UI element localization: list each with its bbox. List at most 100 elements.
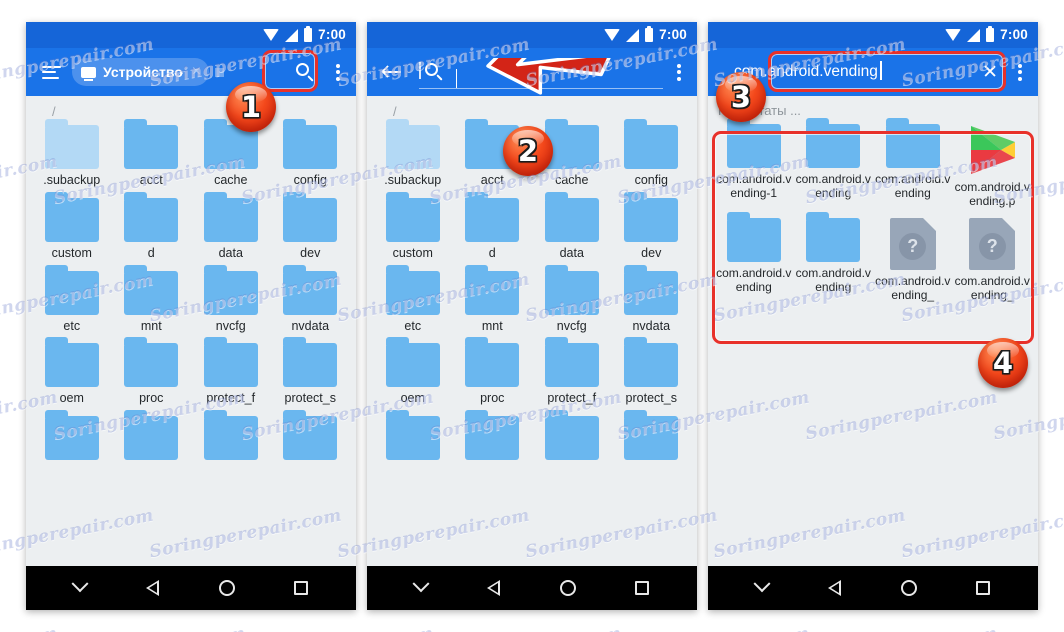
status-time: 7:00 [318,27,346,43]
folder-icon [283,264,338,315]
file-grid-item[interactable] [373,410,453,464]
file-grid-item[interactable]: com.android.vending [873,118,953,208]
file-grid-item[interactable]: nvcfg [191,264,271,334]
file-grid-item[interactable] [271,410,351,464]
file-grid-item[interactable]: mnt [453,264,533,334]
search-button[interactable] [288,55,322,89]
file-grid-item[interactable]: d [112,191,192,261]
folder-icon [544,264,599,315]
tab-placeholder[interactable] [215,67,225,77]
clear-x-icon[interactable]: ✕ [972,63,998,82]
file-grid-item[interactable]: protect_f [532,337,612,406]
overflow-menu-icon [677,61,681,83]
android-nav-bar-1 [26,566,356,610]
search-input-filled[interactable]: com.android.vending ✕ [722,55,1006,89]
file-grid-item-label: oem [400,391,425,406]
device-chip[interactable]: Устройство × [72,58,210,86]
folder-icon [806,212,861,263]
file-grid-panel-1[interactable]: .subackup acct cache config custom d data dev et… [26,119,356,464]
file-grid-item[interactable]: .subackup [32,119,112,188]
overflow-menu-button[interactable] [669,55,689,89]
folder-icon [124,337,179,388]
close-icon[interactable]: × [190,64,203,80]
file-grid-item[interactable]: nvdata [271,264,351,334]
file-grid-item[interactable] [191,410,271,464]
file-grid-item[interactable]: etc [32,264,112,334]
file-grid-item[interactable]: proc [453,337,533,406]
file-grid-item-label: data [559,245,584,260]
overflow-menu-button[interactable] [328,55,348,89]
device-chip-label: Устройство [103,64,183,80]
file-grid-item[interactable]: data [532,191,612,261]
file-grid-item[interactable]: config [612,119,692,188]
file-grid-item[interactable]: oem [32,337,112,406]
chevron-down-icon[interactable] [753,575,771,593]
home-circle-icon[interactable] [218,580,235,596]
file-grid-item[interactable]: etc [373,264,453,334]
file-grid-item[interactable]: com.android.vending.p [953,124,1033,208]
search-input[interactable] [419,55,663,89]
file-grid-item[interactable] [32,410,112,464]
file-grid-item[interactable]: custom [32,191,112,261]
folder-icon [806,118,861,168]
file-grid-item[interactable]: com.android.vending [714,212,794,302]
recents-square-icon[interactable] [635,581,650,595]
back-triangle-icon[interactable] [827,579,842,597]
file-grid-item[interactable] [532,410,612,464]
file-grid-item[interactable]: data [191,191,271,261]
file-grid-item[interactable]: protect_f [191,337,271,406]
file-grid-item[interactable]: com.android.vending-1 [714,118,794,208]
file-grid-item[interactable]: oem [373,337,453,406]
file-grid-item[interactable]: com.android.vending [794,118,874,208]
back-button[interactable] [375,55,409,89]
file-grid-item[interactable]: com.android.vending [794,212,874,302]
back-triangle-icon[interactable] [486,579,501,597]
file-grid-item[interactable]: nvdata [612,264,692,334]
overflow-menu-button[interactable] [1010,55,1030,89]
file-grid-item[interactable]: protect_s [271,337,351,406]
file-grid-item[interactable]: ? com.android.vending_ [953,218,1033,302]
folder-icon [44,410,99,460]
file-grid-item[interactable] [612,410,692,464]
folder-icon [544,337,599,388]
file-grid-item-label: com.android.vending_ [875,274,951,303]
file-grid-item[interactable]: dev [612,191,692,261]
recents-square-icon[interactable] [294,581,309,595]
chevron-down-icon[interactable] [412,575,430,593]
file-grid-item[interactable] [453,410,533,464]
search-results-grid[interactable]: com.android.vending-1 com.android.vending… [708,118,1038,303]
file-grid-item[interactable]: acct [112,119,192,188]
file-grid-item[interactable]: protect_s [612,337,692,406]
file-grid-item[interactable]: config [271,119,351,188]
file-grid-item[interactable]: proc [112,337,192,406]
breadcrumb: / [393,104,397,119]
file-grid-item-label: data [218,245,243,260]
file-grid-item-label: com.android.vending-1 [716,172,792,201]
chevron-down-icon[interactable] [71,575,89,593]
watermark-text: Soringperepair.com [52,624,248,632]
file-grid-item[interactable]: dev [271,191,351,261]
file-grid-item[interactable]: cache [191,119,271,188]
wifi-icon [263,29,280,41]
wifi-icon [945,29,962,41]
file-grid-item[interactable]: .subackup [373,119,453,188]
recents-square-icon[interactable] [976,581,991,595]
android-nav-bar-2 [367,566,697,610]
file-grid-item-label: com.android.vending.p [954,180,1030,209]
file-grid-item[interactable]: d [453,191,533,261]
hamburger-menu-button[interactable] [34,55,68,89]
home-circle-icon[interactable] [900,580,917,596]
file-grid-item[interactable]: ? com.android.vending_ [873,218,953,302]
home-circle-icon[interactable] [559,580,576,596]
content-panel-3: Результаты ... com.android.vending-1com.… [708,96,1038,566]
file-grid-item[interactable]: mnt [112,264,192,334]
file-grid-item-label: custom [51,245,92,260]
file-grid-item-label: com.android.vending [795,172,871,201]
folder-icon [465,264,520,315]
file-grid-item[interactable]: nvcfg [532,264,612,334]
file-grid-item[interactable]: custom [373,191,453,261]
file-grid-item[interactable] [112,410,192,464]
folder-icon [283,191,338,242]
back-triangle-icon[interactable] [145,579,160,597]
folder-icon [203,337,258,388]
